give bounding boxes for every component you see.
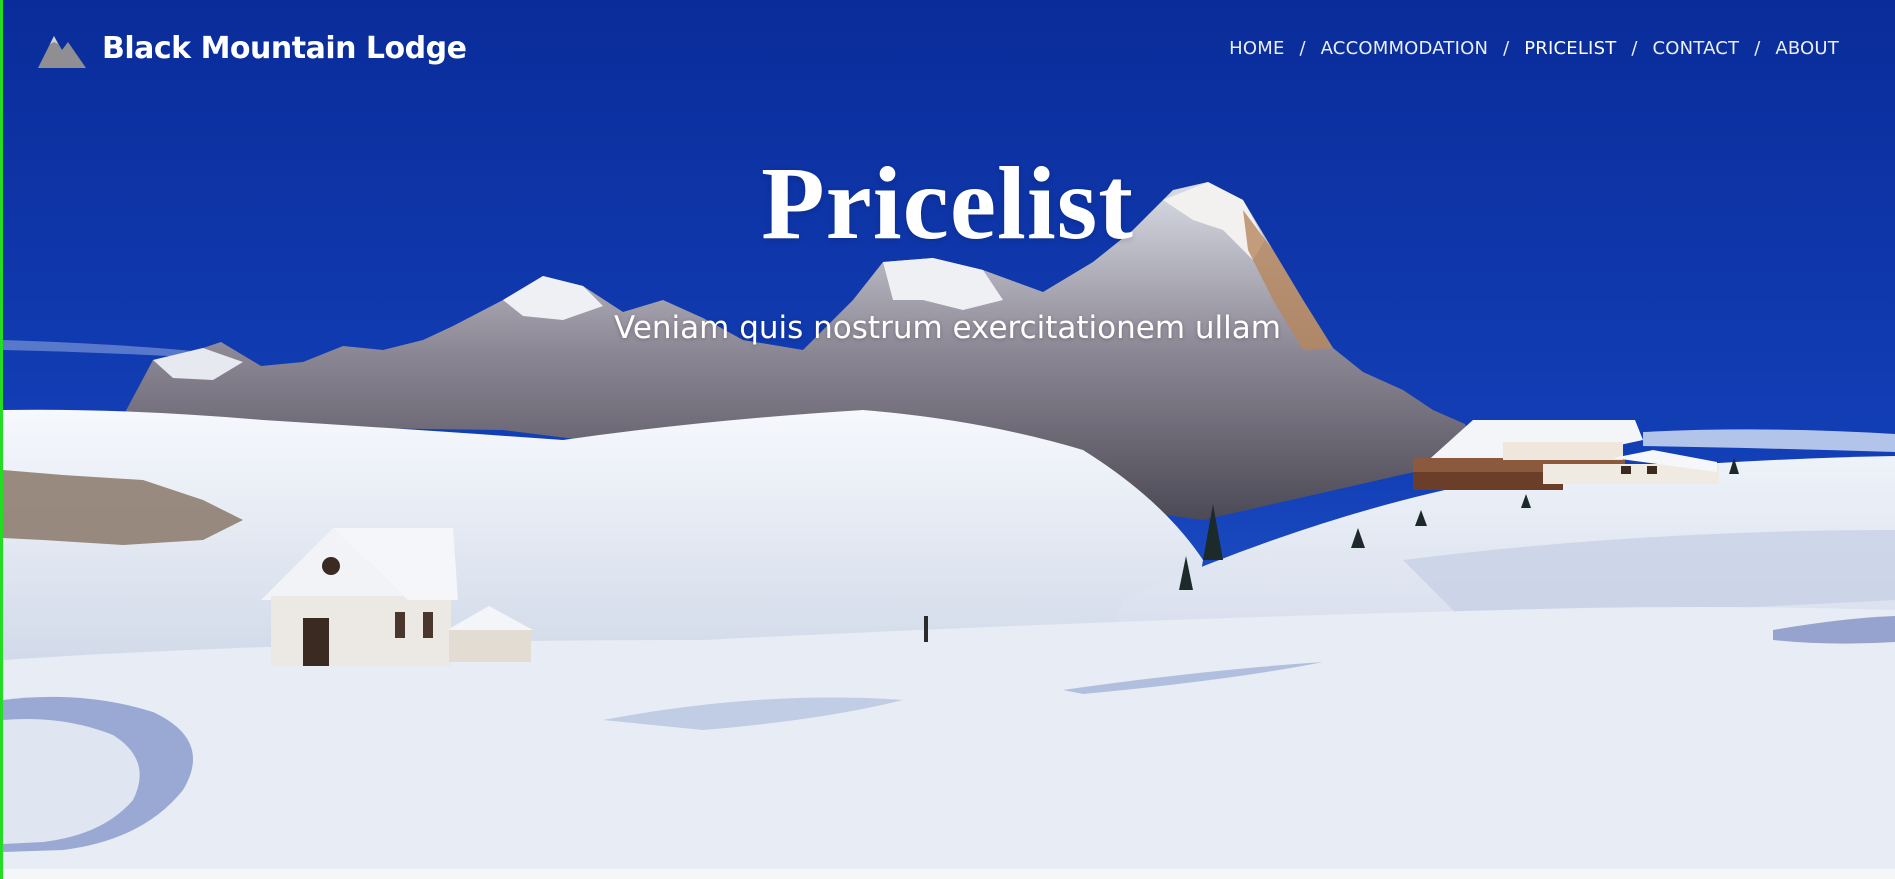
- left-edge-accent: [0, 0, 3, 879]
- hero-banner: [3, 0, 1895, 869]
- nav-separator: /: [1503, 38, 1510, 59]
- bottom-edge: [0, 869, 1895, 879]
- site-brand[interactable]: Black Mountain Lodge: [38, 28, 467, 68]
- mountain-logo-icon: [38, 36, 86, 68]
- nav-separator: /: [1754, 38, 1761, 59]
- nav-separator: /: [1631, 38, 1638, 59]
- nav-separator: /: [1299, 38, 1306, 59]
- main-navigation: HOME / ACCOMMODATION / PRICELIST / CONTA…: [1229, 38, 1839, 59]
- page-title: Pricelist: [761, 146, 1134, 261]
- nav-pricelist[interactable]: PRICELIST: [1524, 38, 1616, 59]
- nav-contact[interactable]: CONTACT: [1652, 38, 1739, 59]
- nav-home[interactable]: HOME: [1229, 38, 1284, 59]
- nav-accommodation[interactable]: ACCOMMODATION: [1321, 38, 1489, 59]
- hero-background-image: [3, 0, 1895, 869]
- nav-about[interactable]: ABOUT: [1775, 38, 1839, 59]
- page-subtitle: Veniam quis nostrum exercitationem ullam: [614, 310, 1281, 346]
- site-name: Black Mountain Lodge: [102, 30, 467, 66]
